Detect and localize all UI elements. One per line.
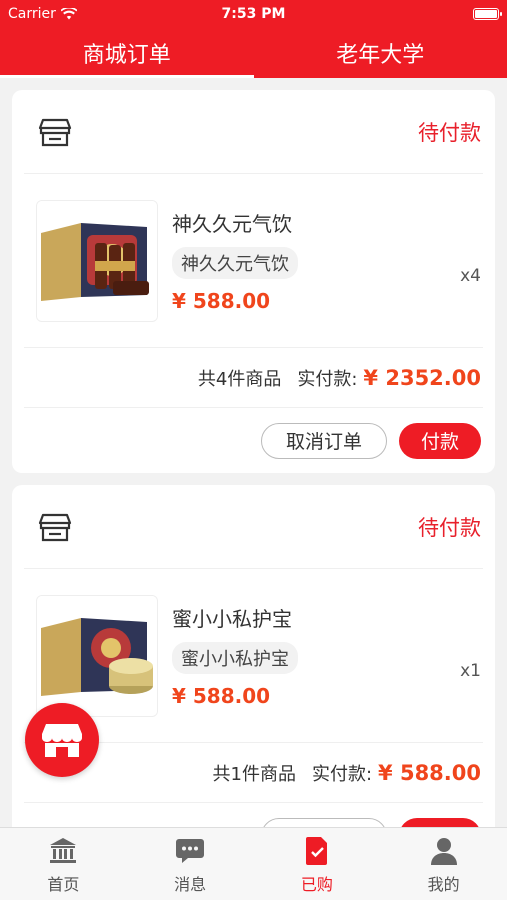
tab-mall-orders[interactable]: 商城订单 bbox=[0, 28, 254, 78]
order-header: 待付款 bbox=[24, 485, 483, 569]
order-actions: 取消订单 付款 bbox=[24, 408, 483, 473]
tabbar-mine[interactable]: 我的 bbox=[380, 828, 507, 900]
product-spec: 蜜小小私护宝 bbox=[172, 642, 298, 674]
tabbar-label: 首页 bbox=[47, 875, 80, 894]
shop-floating-button[interactable] bbox=[25, 703, 99, 777]
carrier-label: Carrier bbox=[8, 6, 56, 22]
message-icon bbox=[176, 839, 205, 863]
tabbar-purchased[interactable]: 已购 bbox=[254, 828, 381, 900]
product-quantity: x4 bbox=[460, 266, 481, 286]
order-tabs: 商城订单 老年大学 bbox=[0, 28, 507, 78]
status-bar: Carrier 7:53 PM bbox=[0, 0, 507, 28]
pay-button[interactable]: 付款 bbox=[399, 817, 481, 827]
order-summary: 共4件商品 实付款: ¥ 2352.00 bbox=[24, 348, 483, 408]
tabbar-home[interactable]: 首页 bbox=[0, 828, 127, 900]
paid-label: 实付款: bbox=[297, 368, 358, 390]
order-actions: 取消订单 付款 bbox=[24, 803, 483, 827]
product-name: 蜜小小私护宝 bbox=[172, 607, 292, 631]
order-goods[interactable]: 蜜小小私护宝 蜜小小私护宝 ¥ 588.00 x1 bbox=[24, 569, 483, 743]
store-icon bbox=[38, 118, 72, 146]
tabbar-label: 已购 bbox=[300, 875, 333, 894]
order-card: 待付款 蜜小小私护宝 蜜小小私护宝 ¥ 588.00 x1 共1件商品 实付款:… bbox=[12, 485, 495, 827]
paid-label: 实付款: bbox=[311, 763, 373, 785]
tab-senior-university[interactable]: 老年大学 bbox=[254, 28, 507, 78]
paid-amount: ¥ 588.00 bbox=[378, 760, 481, 785]
product-price: ¥ 588.00 bbox=[172, 289, 271, 313]
order-status: 待付款 bbox=[418, 515, 481, 540]
cancel-order-button[interactable]: 取消订单 bbox=[261, 817, 387, 827]
bottom-tab-bar: 首页 消息 已购 我的 bbox=[0, 827, 507, 900]
app-header: Carrier 7:53 PM 商城订单 老年大学 bbox=[0, 0, 507, 78]
product-spec: 神久久元气饮 bbox=[172, 247, 298, 279]
cancel-order-button[interactable]: 取消订单 bbox=[261, 422, 387, 459]
item-count: 共1件商品 bbox=[212, 763, 296, 785]
battery-icon bbox=[473, 8, 502, 20]
shop-icon bbox=[42, 724, 82, 757]
purchased-icon bbox=[305, 837, 327, 865]
tabbar-messages[interactable]: 消息 bbox=[127, 828, 254, 900]
product-image[interactable] bbox=[36, 594, 158, 717]
store-icon bbox=[38, 513, 72, 541]
item-count: 共4件商品 bbox=[197, 368, 282, 390]
carrier-info: Carrier bbox=[8, 6, 77, 22]
product-quantity: x1 bbox=[460, 661, 481, 681]
pay-button[interactable]: 付款 bbox=[399, 422, 481, 459]
product-name: 神久久元气饮 bbox=[172, 212, 292, 236]
paid-amount: ¥ 2352.00 bbox=[363, 365, 481, 390]
order-goods[interactable]: 神久久元气饮 神久久元气饮 ¥ 588.00 x4 bbox=[24, 174, 483, 348]
bank-icon bbox=[50, 838, 77, 863]
product-image[interactable] bbox=[36, 199, 158, 322]
tabbar-label: 我的 bbox=[427, 875, 460, 894]
order-header: 待付款 bbox=[24, 90, 483, 174]
order-status: 待付款 bbox=[418, 120, 481, 145]
order-card: 待付款 神久久元气饮 神久久元气饮 ¥ 588.00 x4 共4件商品 实付款:… bbox=[12, 90, 495, 473]
wifi-icon bbox=[60, 8, 77, 20]
product-price: ¥ 588.00 bbox=[172, 684, 271, 708]
tabbar-label: 消息 bbox=[174, 875, 207, 894]
user-icon bbox=[430, 838, 457, 865]
